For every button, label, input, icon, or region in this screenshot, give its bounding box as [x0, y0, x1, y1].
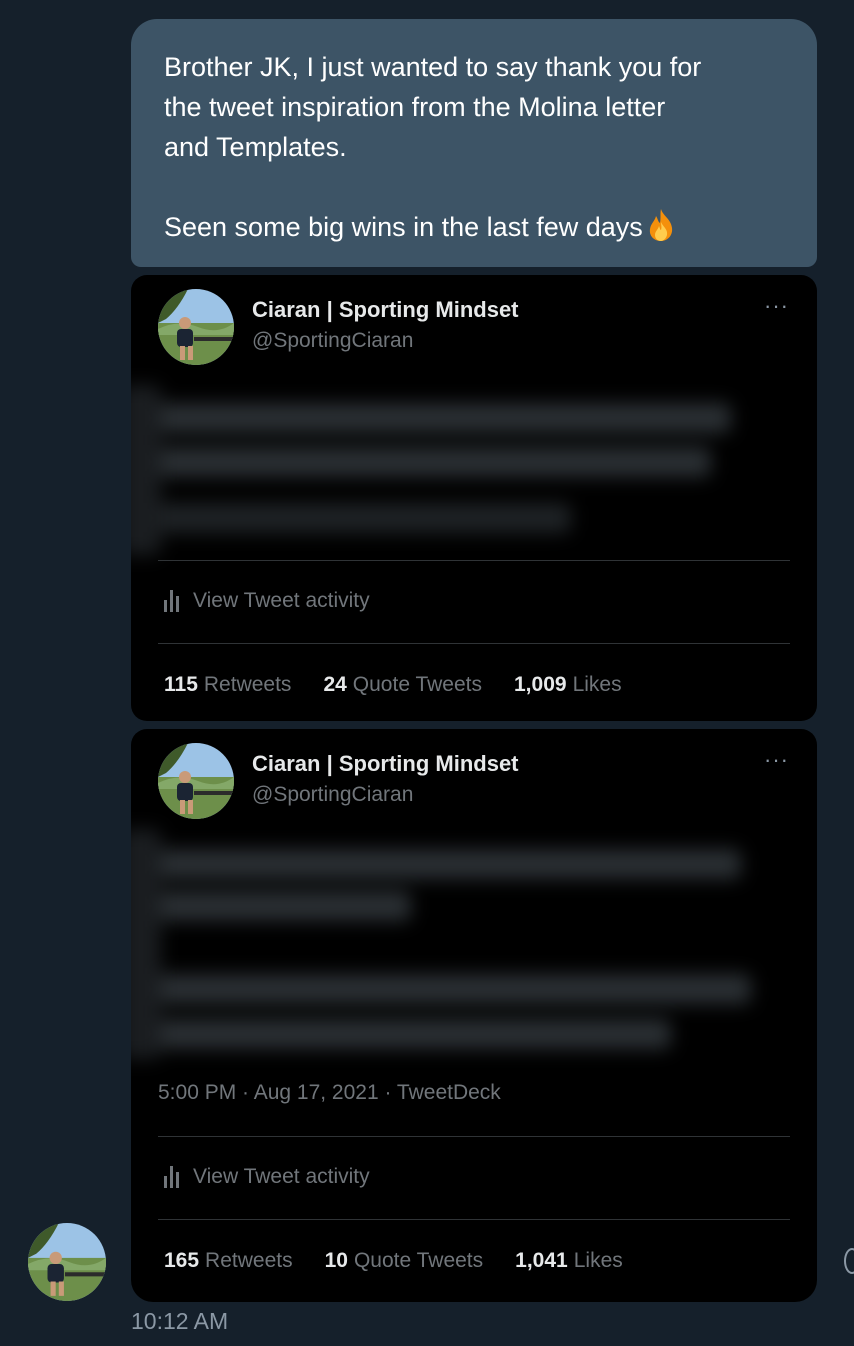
author-handle[interactable]: @SportingCiaran — [252, 329, 413, 353]
retweets-count[interactable]: 165 Retweets — [164, 1249, 293, 1273]
message-timestamp: 10:12 AM — [131, 1308, 229, 1334]
message-line: and Templates. — [164, 132, 347, 162]
retweets-count[interactable]: 115 Retweets — [164, 673, 291, 697]
sender-avatar[interactable] — [28, 1223, 106, 1301]
quoted-tweet-card[interactable]: Ciaran | Sporting Mindset @SportingCiara… — [131, 275, 817, 721]
dm-conversation: Brother JK, I just wanted to say thank y… — [0, 0, 854, 1346]
message-line: Brother JK, I just wanted to say thank y… — [164, 52, 702, 82]
avatar[interactable] — [158, 289, 234, 365]
tweet-stats: 165 Retweets 10 Quote Tweets 1,041 Likes — [164, 1249, 655, 1273]
avatar-image — [28, 1223, 106, 1301]
divider — [158, 560, 790, 561]
avatar[interactable] — [158, 743, 234, 819]
activity-label: View Tweet activity — [193, 1165, 370, 1188]
message-line: Seen some big wins in the last few days — [164, 207, 785, 247]
more-options-icon[interactable]: ··· — [764, 747, 789, 773]
divider — [158, 1136, 790, 1137]
avatar-image — [158, 289, 234, 365]
divider — [158, 643, 790, 644]
fire-icon — [649, 209, 672, 241]
quote-tweets-count[interactable]: 24 Quote Tweets — [323, 673, 482, 697]
more-options-icon[interactable]: ··· — [764, 293, 789, 319]
avatar-image — [158, 743, 234, 819]
blurred-tweet-text — [131, 385, 761, 555]
divider — [158, 1219, 790, 1220]
blurred-tweet-text — [131, 829, 771, 1059]
quote-tweets-count[interactable]: 10 Quote Tweets — [325, 1249, 484, 1273]
tweet-stats: 115 Retweets 24 Quote Tweets 1,009 Likes — [164, 673, 654, 697]
author-name[interactable]: Ciaran | Sporting Mindset — [252, 751, 519, 777]
reaction-icon[interactable] — [844, 1248, 854, 1274]
message-line: the tweet inspiration from the Molina le… — [164, 92, 666, 122]
tweet-timestamp[interactable]: 5:00 PM · Aug 17, 2021 · TweetDeck — [158, 1081, 501, 1105]
analytics-icon — [164, 1166, 179, 1188]
view-tweet-activity-link[interactable]: View Tweet activity — [164, 589, 370, 613]
analytics-icon — [164, 590, 179, 612]
likes-count[interactable]: 1,041 Likes — [515, 1249, 623, 1273]
message-bubble: Brother JK, I just wanted to say thank y… — [131, 19, 817, 267]
view-tweet-activity-link[interactable]: View Tweet activity — [164, 1165, 370, 1189]
author-name[interactable]: Ciaran | Sporting Mindset — [252, 297, 519, 323]
likes-count[interactable]: 1,009 Likes — [514, 673, 622, 697]
quoted-tweet-card[interactable]: Ciaran | Sporting Mindset @SportingCiara… — [131, 729, 817, 1302]
activity-label: View Tweet activity — [193, 589, 370, 612]
author-handle[interactable]: @SportingCiaran — [252, 783, 413, 807]
